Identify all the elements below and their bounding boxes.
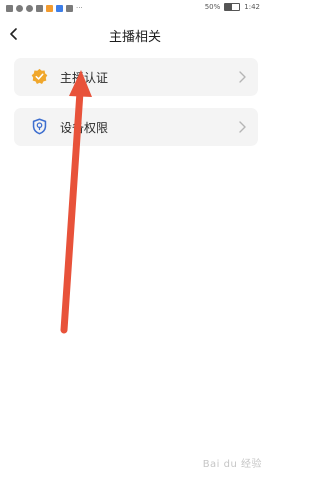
notification-icons: ··· [6,5,83,12]
shield-location-icon [32,118,47,135]
app-notification-icon [36,5,43,12]
clock: 1:42 [244,3,260,11]
battery-icon [224,3,241,11]
wifi-icon [26,5,33,12]
chevron-right-icon [239,71,246,83]
menu-item-device-permissions[interactable]: 设备权限 [14,108,258,146]
app-notification-icon [66,5,73,12]
more-notifications-indicator: ··· [76,4,83,12]
app-notification-icon [56,5,63,12]
menu-item-label: 主播认证 [60,71,109,85]
watermark: Bai du 经验 [202,459,262,470]
header: 主播相关 [0,18,270,50]
system-status: 50% 1:42 [205,3,260,11]
menu-item-streamer-verification[interactable]: 主播认证 [14,58,258,96]
menu-item-label: 设备权限 [60,121,109,135]
app-notification-icon [46,5,53,12]
message-icon [6,5,13,12]
verified-badge-icon [31,68,48,84]
status-bar: ··· 50% 1:42 [0,0,270,18]
signal-icon [16,5,23,12]
battery-percentage: 50% [204,3,221,11]
battery-level [225,4,233,10]
chevron-right-icon [239,121,246,133]
page-title: 主播相关 [108,30,161,45]
